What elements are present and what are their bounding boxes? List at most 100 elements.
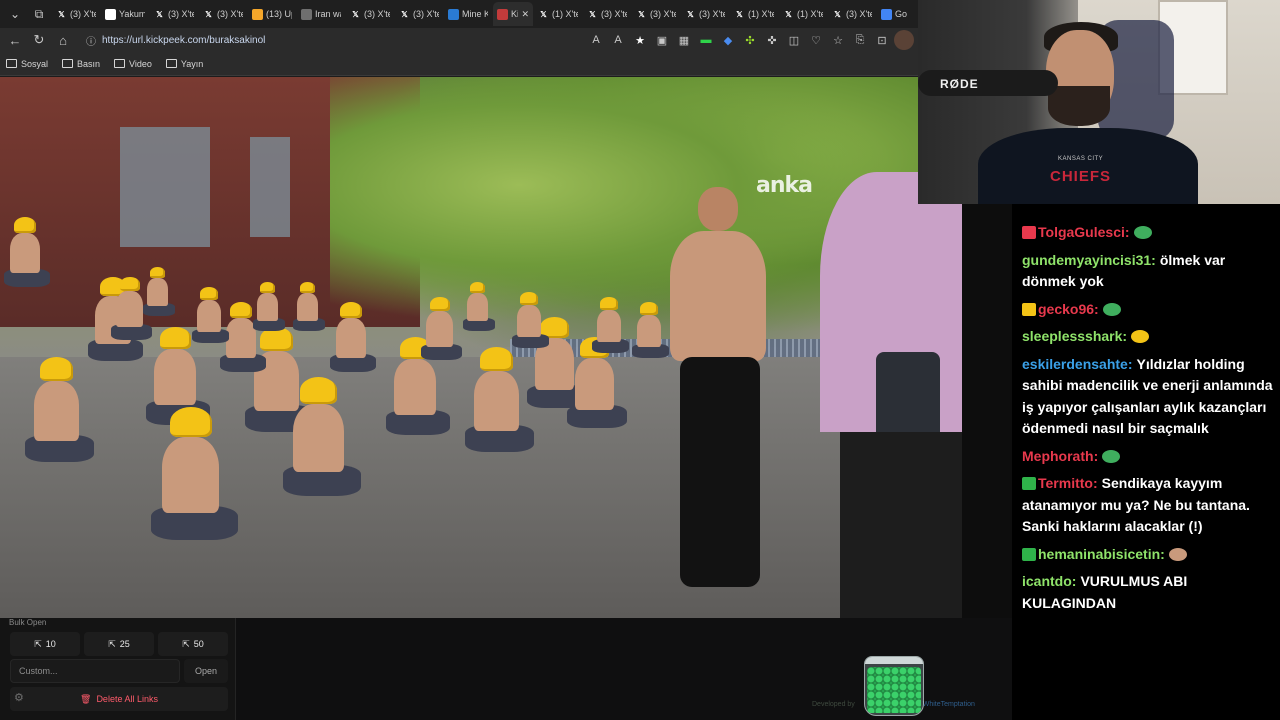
kickpeek-favicon-icon (497, 8, 508, 20)
open-10-button[interactable]: ⇱ 10 (10, 632, 80, 656)
browser-tab[interactable]: Mine K (444, 2, 492, 26)
chat-message: TolgaGulesci: (1022, 222, 1274, 244)
chat-emote-icon (1102, 449, 1121, 463)
chat-username[interactable]: sleeplessshark (1022, 328, 1122, 344)
extension-icon[interactable]: ▦ (674, 30, 694, 50)
browser-tab[interactable]: Yakum (101, 2, 149, 26)
browser-tab[interactable]: 𝕏 (3) X'te (150, 2, 198, 26)
url-field[interactable]: ⓘ https://url.kickpeek.com/buraksakinol (76, 30, 584, 50)
chat-username[interactable]: Termitto (1038, 475, 1093, 491)
browser-tab[interactable]: 𝕏 (3) X'te (199, 2, 247, 26)
external-link-icon: ⇱ (34, 638, 42, 649)
browser-tab[interactable]: 𝕏 (3) X'te (632, 2, 680, 26)
chat-message: Mephorath: (1022, 446, 1274, 468)
delete-all-links-button[interactable]: 🗑 Delete All Links (10, 687, 228, 711)
back-icon[interactable]: ← (4, 29, 26, 51)
refresh-icon[interactable]: ↻ (28, 29, 50, 51)
extension-icon[interactable]: ▣ (652, 30, 672, 50)
bookmark-folder[interactable]: Yayın (165, 58, 204, 69)
workspaces-icon[interactable]: ⧉ (28, 3, 50, 25)
browser-tab[interactable]: Kic✕ (493, 2, 533, 26)
credit-link[interactable]: WhiteTemptation (923, 701, 975, 708)
chat-message: icantdo: VURULMUS ABI KULAGINDAN (1022, 571, 1274, 614)
chat-username[interactable]: Mephorath (1022, 448, 1094, 464)
custom-count-input[interactable] (10, 659, 180, 683)
browser-tab[interactable]: (13) Up (248, 2, 296, 26)
mic-brand-label: RØDE (940, 77, 979, 91)
browser-tab[interactable]: Iran wa (297, 2, 345, 26)
extensions-puzzle-icon[interactable]: ✜ (762, 30, 782, 50)
bookmark-folder[interactable]: Basın (62, 59, 100, 69)
close-tab-icon[interactable]: ✕ (521, 9, 529, 20)
favorite-star-icon[interactable]: ★ (630, 30, 650, 50)
bookmark-folder[interactable]: Video (114, 59, 152, 69)
video-player[interactable]: anka (0, 77, 962, 618)
collections-icon[interactable]: ⎘ (850, 30, 870, 50)
folder-icon (114, 59, 126, 68)
chat-username[interactable]: gundemyayincisi31 (1022, 252, 1151, 268)
external-link-icon: ⇱ (182, 638, 190, 649)
split-screen-icon[interactable]: ◫ (784, 30, 804, 50)
favorites-icon[interactable]: ☆ (828, 30, 848, 50)
folder-icon (6, 59, 17, 68)
button-label: 50 (193, 639, 204, 649)
tab-label: (3) X'te (413, 9, 439, 19)
torso (34, 381, 79, 441)
browser-tab[interactable]: 𝕏 (3) X'te (583, 2, 631, 26)
browser-tab[interactable]: 𝕏 (1) X'te (534, 2, 582, 26)
tab-label: (3) X'te (217, 9, 243, 19)
browser-tab[interactable]: 𝕏 (1) X'te (730, 2, 778, 26)
bookmark-label: Yayın (180, 58, 204, 69)
browser-tab[interactable]: 𝕏 (1) X'te (779, 2, 827, 26)
chat-username[interactable]: icantdo (1022, 573, 1072, 589)
torso (196, 299, 221, 332)
hard-hat (300, 377, 338, 405)
chat-username[interactable]: eskilerdensahte (1022, 356, 1128, 372)
chat-username[interactable]: hemaninabisicetin (1038, 546, 1160, 562)
chat-username[interactable]: gecko96 (1038, 301, 1094, 317)
microphone (918, 70, 1058, 96)
site-info-icon[interactable]: ⓘ (86, 33, 96, 48)
extension-icon[interactable]: ✣ (740, 30, 760, 50)
username-separator: : (1160, 545, 1165, 562)
browser-tab[interactable]: 𝕏 (3) X'te (346, 2, 394, 26)
chat-username[interactable]: TolgaGulesci (1038, 224, 1125, 240)
translate-icon[interactable]: A (586, 30, 606, 50)
home-icon[interactable]: ⌂ (52, 29, 74, 51)
extension-icon[interactable]: ▬ (696, 30, 716, 50)
tab-label: (1) X'te (748, 9, 774, 19)
open-50-button[interactable]: ⇱ 50 (158, 632, 228, 656)
browser-tab[interactable]: 𝕏 (3) X'te (828, 2, 876, 26)
hard-hat (260, 282, 276, 294)
tab-label: (3) X'te (70, 9, 96, 19)
open-button[interactable]: Open (184, 659, 228, 683)
hard-hat (640, 302, 658, 315)
x-logo-icon: 𝕏 (352, 9, 359, 19)
x-logo-icon: 𝕏 (785, 9, 792, 19)
open-25-button[interactable]: ⇱ 25 (84, 632, 154, 656)
username-separator: : (1071, 573, 1077, 589)
folder-icon (62, 59, 74, 68)
hard-hat (520, 292, 538, 305)
chat-emote-icon (1168, 547, 1187, 561)
settings-gear-icon[interactable]: ⚙ (14, 691, 24, 704)
chat-message: eskilerdensahte: Yıldızlar holding sahibi… (1022, 354, 1274, 440)
address-bar: ← ↻ ⌂ ⓘ https://url.kickpeek.com/buraksa… (0, 28, 918, 52)
extension-icon[interactable]: ◆ (718, 30, 738, 50)
tab-list-dropdown-icon[interactable]: ⌄ (4, 3, 26, 25)
globe-favicon-icon (301, 8, 312, 20)
read-aloud-icon[interactable]: A (608, 30, 628, 50)
chat-emote-icon (1131, 330, 1150, 343)
browser-tab[interactable]: 𝕏 (3) X'te (395, 2, 443, 26)
browser-tab[interactable]: 𝕏 (3) X'te (681, 2, 729, 26)
tab-label: (3) X'te (650, 9, 676, 19)
profile-avatar-icon[interactable] (894, 30, 914, 50)
screenshot-icon[interactable]: ⊡ (872, 30, 892, 50)
browser-tab[interactable]: 𝕏 (3) X'te (52, 2, 100, 26)
torso (596, 309, 621, 342)
bulk-open-panel: Bulk Open ⇱10 ⇱25 ⇱50 Open 🗑 Delete All … (0, 618, 236, 720)
browser-essentials-icon[interactable]: ♡ (806, 30, 826, 50)
news-watermark: anka (756, 173, 813, 198)
torso (147, 278, 169, 307)
bookmark-folder[interactable]: Sosyal (6, 59, 48, 69)
